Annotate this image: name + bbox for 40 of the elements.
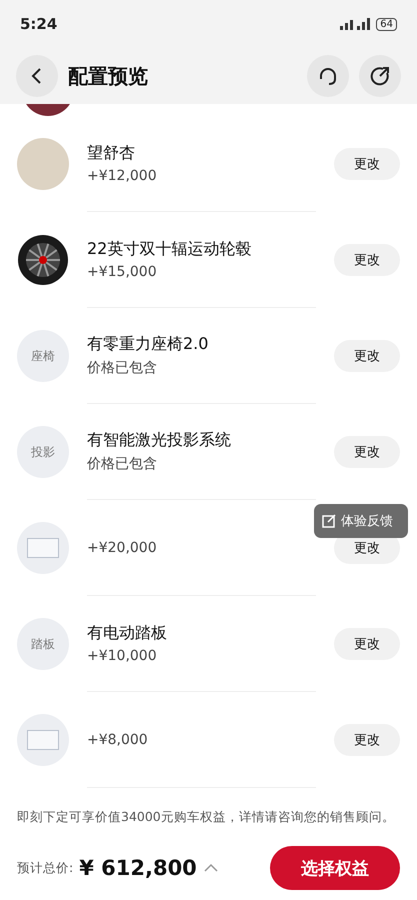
share-button[interactable] <box>359 55 401 97</box>
benefit-note: 即刻下定可享价值34000元购车权益，详情请咨询您的销售顾问。 <box>16 808 396 826</box>
option-name: 望舒杏 <box>87 143 136 164</box>
status-time: 5:24 <box>20 15 58 33</box>
share-icon <box>369 65 391 87</box>
option-price: +¥15,000 <box>87 264 158 280</box>
select-benefits-button[interactable]: 选择权益 <box>270 846 400 890</box>
change-button[interactable]: 更改 <box>334 244 400 276</box>
option-price: +¥12,000 <box>87 168 158 184</box>
total-label: 预计总价: <box>17 860 74 876</box>
option-icon <box>17 522 69 574</box>
option-price: +¥8,000 <box>87 732 149 748</box>
feedback-toast[interactable]: 体验反馈 <box>314 504 408 538</box>
change-button[interactable]: 更改 <box>334 724 400 756</box>
option-price: 价格已包含 <box>87 455 158 473</box>
option-price: +¥20,000 <box>87 540 158 556</box>
edit-icon <box>322 514 336 528</box>
option-price: 价格已包含 <box>87 359 158 377</box>
chevron-up-icon <box>202 863 219 873</box>
change-button[interactable]: 更改 <box>334 436 400 468</box>
change-button[interactable]: 更改 <box>334 340 400 372</box>
option-icon: 座椅 <box>17 330 69 382</box>
option-price: +¥10,000 <box>87 648 158 664</box>
back-button[interactable] <box>16 55 58 97</box>
page-title: 配置预览 <box>68 62 149 90</box>
wheel-icon <box>17 234 69 286</box>
option-icon: 踏板 <box>17 618 69 670</box>
battery-level: 64 <box>376 18 397 30</box>
option-name: 有智能激光投影系统 <box>87 430 232 451</box>
headset-icon <box>317 65 339 87</box>
change-button[interactable]: 更改 <box>334 628 400 660</box>
option-name: 有零重力座椅2.0 <box>87 334 210 355</box>
option-icon <box>17 714 69 766</box>
option-name: 22英寸双十辐运动轮毂 <box>87 239 252 260</box>
headset-button[interactable] <box>307 55 349 97</box>
signal-icon <box>340 18 370 30</box>
option-name: 有电动踏板 <box>87 623 168 644</box>
change-button[interactable]: 更改 <box>334 148 400 180</box>
option-icon: 投影 <box>17 426 69 478</box>
total-price: ¥ 612,800 <box>79 856 197 880</box>
